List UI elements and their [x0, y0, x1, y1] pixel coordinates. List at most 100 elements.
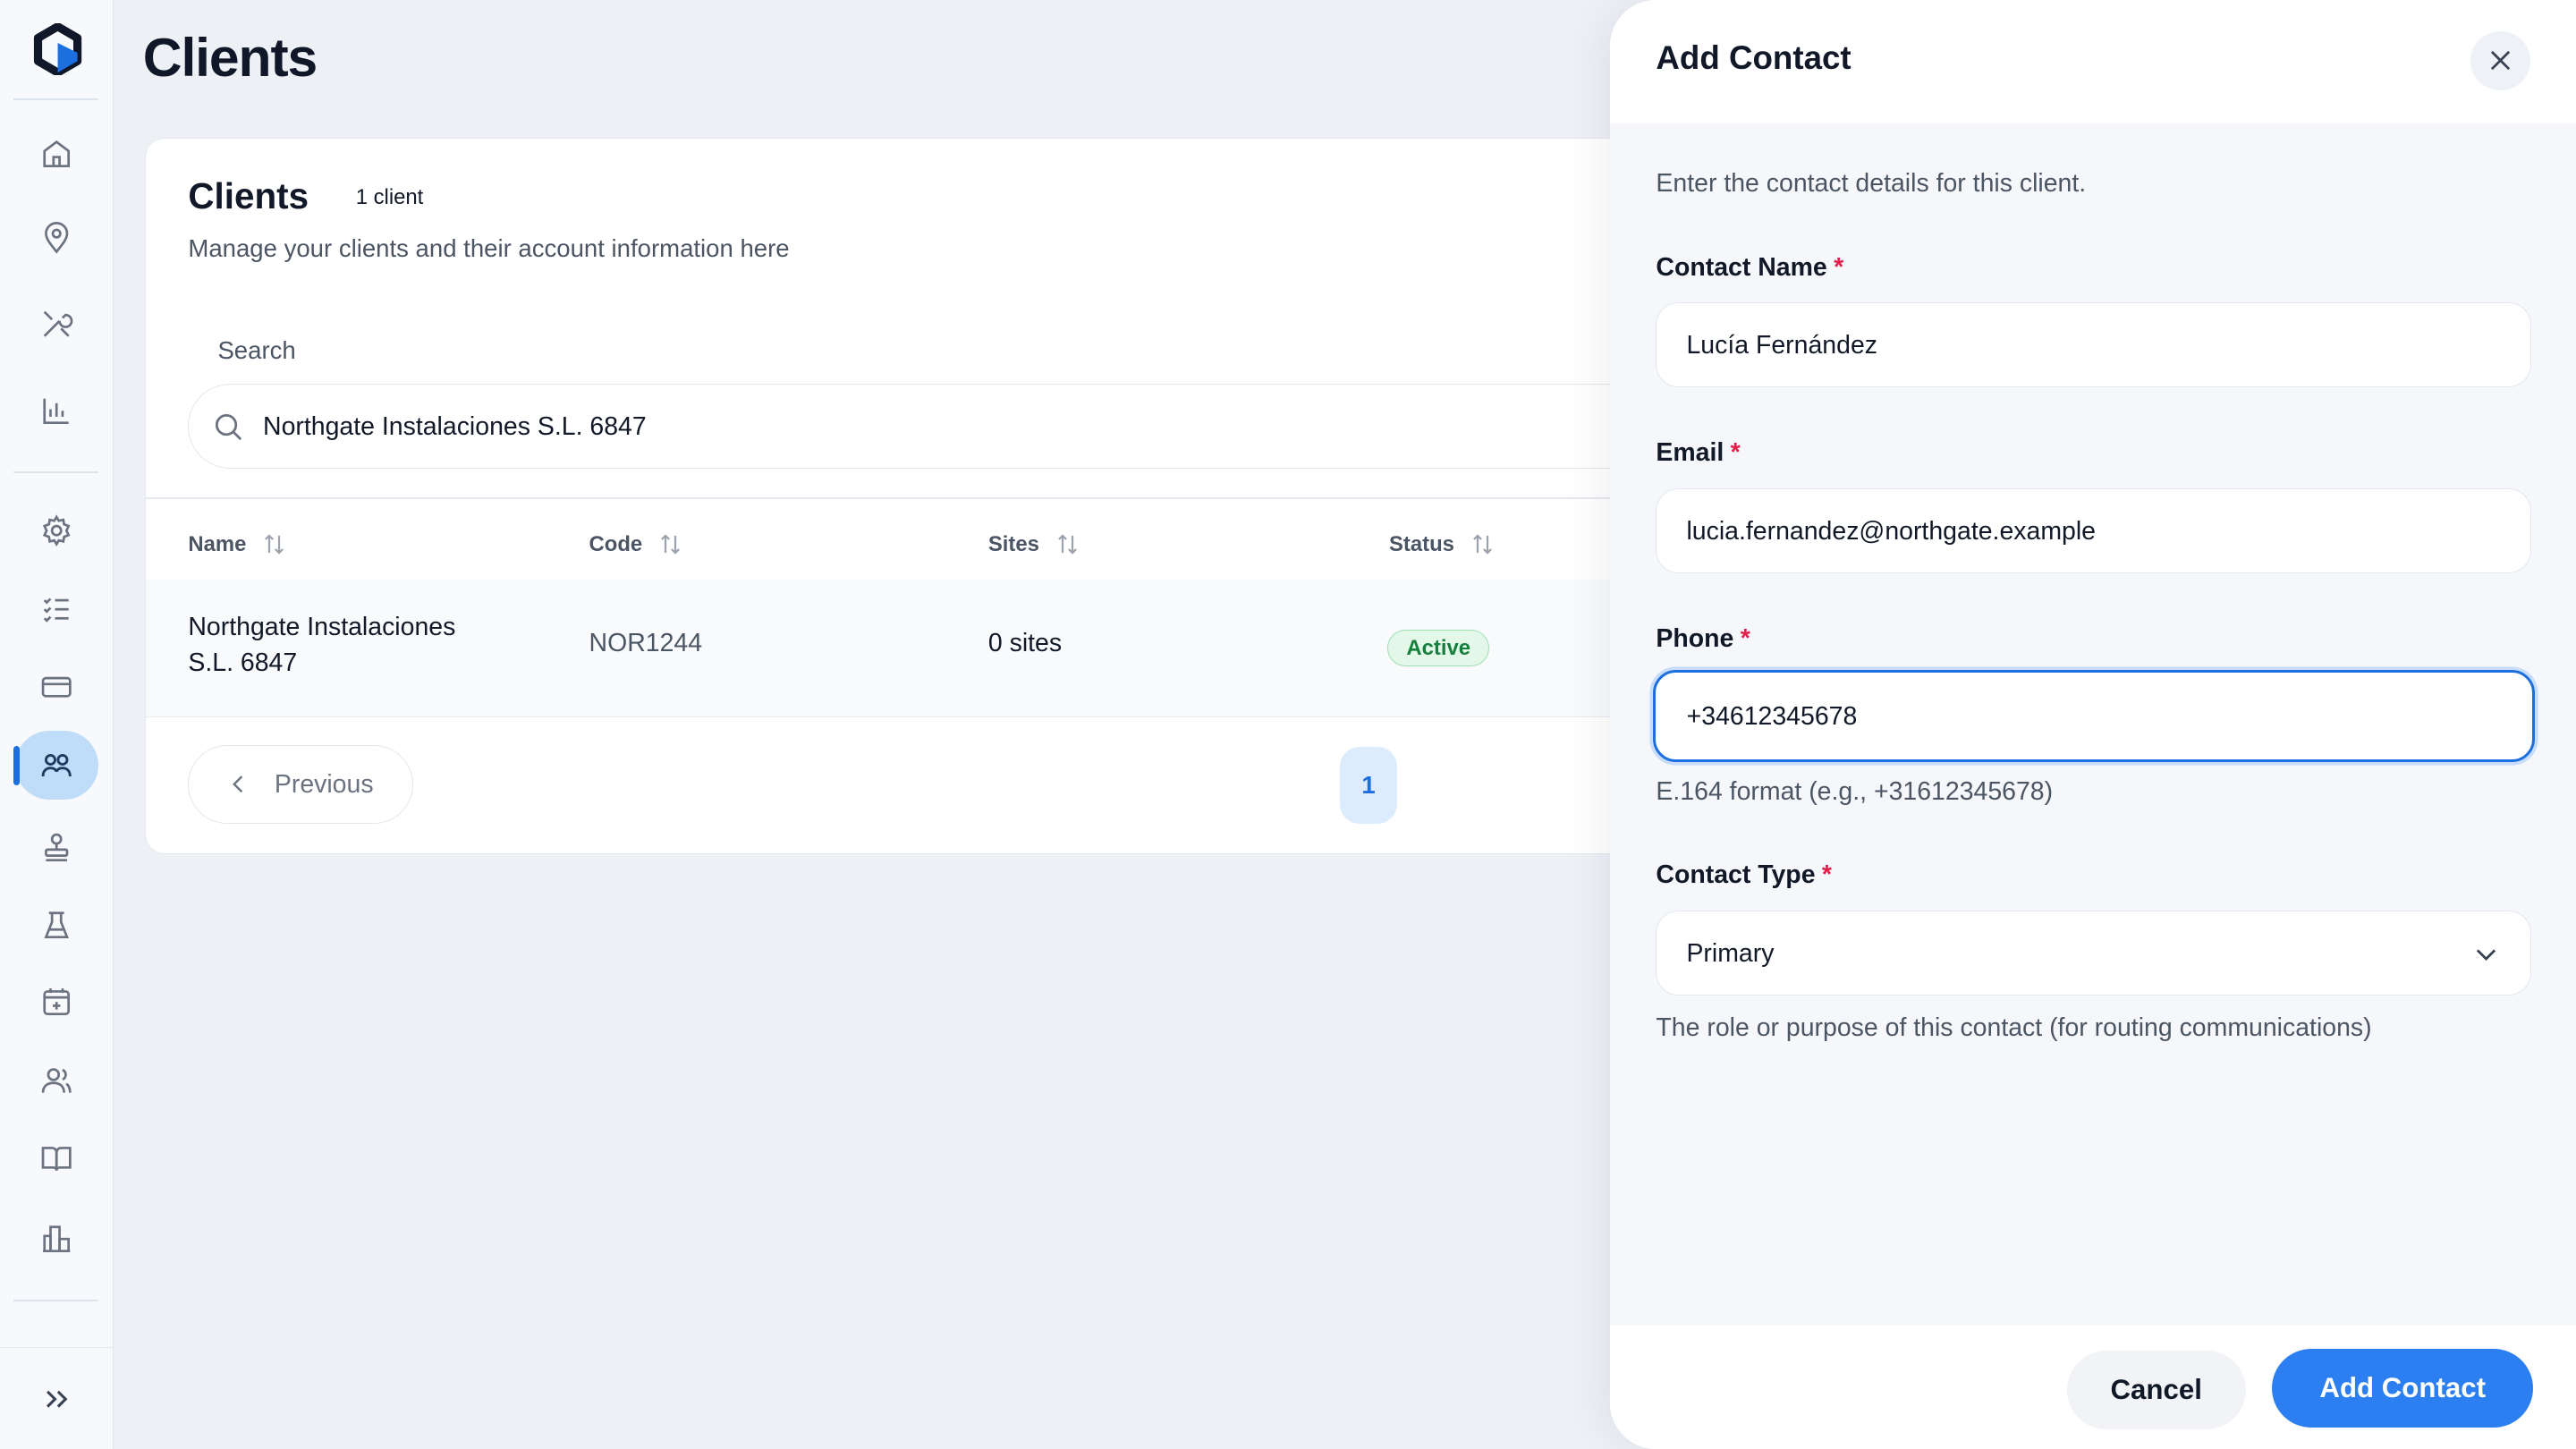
close-icon: [2490, 51, 2511, 71]
page-title: Clients: [142, 27, 318, 89]
field-label-text: Email: [1656, 438, 1724, 468]
buildings-chart-icon: [43, 1225, 71, 1252]
sidebar-item-calendar[interactable]: [15, 968, 99, 1037]
flask-icon: [44, 911, 70, 938]
sort-icon: [265, 534, 284, 555]
column-header-name[interactable]: Name: [188, 530, 289, 559]
field-label-text: Phone: [1656, 623, 1734, 653]
sidebar-item-home[interactable]: [15, 120, 99, 189]
contact-name-value: Lucía Fernández: [1686, 331, 1877, 360]
sidebar-item-billing[interactable]: [15, 652, 99, 721]
sidebar-divider: [13, 98, 99, 101]
column-header-sites[interactable]: Sites: [988, 530, 1082, 559]
drawer-header: Add Contact: [1609, 0, 2576, 123]
credit-card-icon: [41, 676, 72, 698]
sidebar-divider: [13, 1299, 99, 1301]
table-divider: [145, 496, 1787, 499]
previous-label: Previous: [274, 769, 374, 799]
client-count: 1 client: [355, 184, 424, 209]
sidebar-item-lab[interactable]: [15, 891, 99, 960]
email-value: lucia.fernandez@northgate.example: [1686, 516, 2096, 546]
add-contact-button[interactable]: Add Contact: [2272, 1348, 2534, 1428]
card-title: Clients: [188, 174, 309, 216]
double-chevron-right-icon: [47, 1390, 68, 1408]
email-field[interactable]: lucia.fernandez@northgate.example: [1656, 487, 2532, 573]
search-value: Northgate Instalaciones S.L. 6847: [263, 412, 647, 442]
home-icon: [43, 140, 71, 168]
search-input[interactable]: Northgate Instalaciones S.L. 6847: [188, 383, 1787, 470]
sidebar-item-tools[interactable]: [15, 289, 99, 358]
table-row[interactable]: Northgate Instalaciones S.L. 6847 NOR124…: [145, 579, 1787, 717]
column-header-label: Sites: [987, 531, 1039, 556]
book-icon: [41, 1146, 72, 1171]
required-mark: *: [1821, 860, 1832, 890]
search-icon: [216, 414, 242, 441]
gear-icon: [43, 514, 71, 547]
contact-type-select[interactable]: Primary: [1656, 910, 2532, 996]
sidebar-divider: [13, 471, 99, 473]
email-label: Email *: [1656, 438, 1740, 468]
drawer-footer: Cancel Add Contact: [1609, 1326, 2576, 1449]
column-header-code[interactable]: Code: [589, 530, 685, 559]
column-header-label: Name: [188, 531, 247, 556]
chevron-down-icon: [2477, 949, 2496, 961]
checklist-icon: [43, 597, 69, 623]
page-number-button[interactable]: 1: [1339, 746, 1398, 825]
previous-page-button[interactable]: Previous: [188, 745, 413, 825]
column-header-label: Code: [589, 531, 643, 556]
sidebar-footer: [0, 1347, 114, 1449]
field-label-text: Contact Name: [1656, 252, 1827, 282]
chevron-left-icon: [232, 775, 243, 793]
sort-icon: [660, 534, 680, 555]
sort-icon: [1057, 534, 1077, 555]
sidebar-item-checklist[interactable]: [15, 575, 99, 644]
sidebar-item-stamp[interactable]: [15, 813, 99, 882]
column-header-label: Status: [1389, 531, 1454, 556]
client-name-line: S.L. 6847: [188, 648, 298, 677]
sidebar: [0, 0, 114, 1449]
field-label-text: Contact Type: [1656, 860, 1816, 890]
column-header-status[interactable]: Status: [1389, 530, 1497, 559]
sidebar-item-settings[interactable]: [15, 496, 99, 565]
app-logo[interactable]: [33, 21, 82, 77]
users-icon: [41, 753, 72, 776]
cancel-button[interactable]: Cancel: [2066, 1350, 2246, 1429]
map-pin-icon: [45, 222, 69, 254]
sidebar-item-clients[interactable]: [13, 731, 99, 801]
client-sites-cell: 0 sites: [987, 628, 1063, 657]
client-name-line: Northgate Instalaciones: [188, 612, 456, 641]
drawer-body: Enter the contact details for this clien…: [1609, 123, 2576, 1326]
expand-sidebar-button[interactable]: [15, 1364, 99, 1433]
sidebar-item-team[interactable]: [15, 1046, 99, 1115]
drawer-description: Enter the contact details for this clien…: [1656, 169, 2087, 199]
contact-type-hint: The role or purpose of this contact (for…: [1656, 1013, 2372, 1043]
contact-type-value: Primary: [1686, 938, 1775, 968]
calendar-icon: [43, 988, 71, 1016]
close-button[interactable]: [2470, 30, 2530, 90]
clients-card: Clients 1 client Manage your clients and…: [144, 138, 1788, 855]
required-mark: *: [1730, 438, 1741, 468]
team-icon: [41, 1068, 72, 1094]
add-contact-drawer: Add Contact Enter the contact details fo…: [1609, 0, 2576, 1449]
client-name-cell: Northgate Instalaciones S.L. 6847: [188, 609, 455, 682]
sort-icon: [1472, 534, 1492, 555]
client-code-cell: NOR1244: [589, 628, 703, 657]
sidebar-item-reports[interactable]: [15, 1204, 99, 1273]
tools-icon: [43, 310, 73, 337]
sidebar-item-analytics[interactable]: [15, 377, 99, 445]
sidebar-item-docs[interactable]: [15, 1123, 99, 1192]
phone-value: +34612345678: [1686, 702, 1858, 732]
bar-chart-icon: [43, 398, 69, 424]
required-mark: *: [1740, 623, 1750, 653]
search-label: Search: [217, 335, 296, 364]
phone-label: Phone *: [1656, 624, 1750, 654]
contact-name-field[interactable]: Lucía Fernández: [1656, 301, 2532, 388]
drawer-title: Add Contact: [1656, 39, 1852, 77]
phone-hint: E.164 format (e.g., +31612345678): [1656, 776, 2054, 806]
stamp-icon: [45, 833, 69, 861]
status-badge: Active: [1387, 630, 1490, 667]
required-mark: *: [1834, 252, 1844, 282]
phone-field[interactable]: +34612345678: [1652, 670, 2536, 763]
contact-name-label: Contact Name *: [1656, 253, 1843, 283]
sidebar-item-locations[interactable]: [15, 204, 99, 273]
